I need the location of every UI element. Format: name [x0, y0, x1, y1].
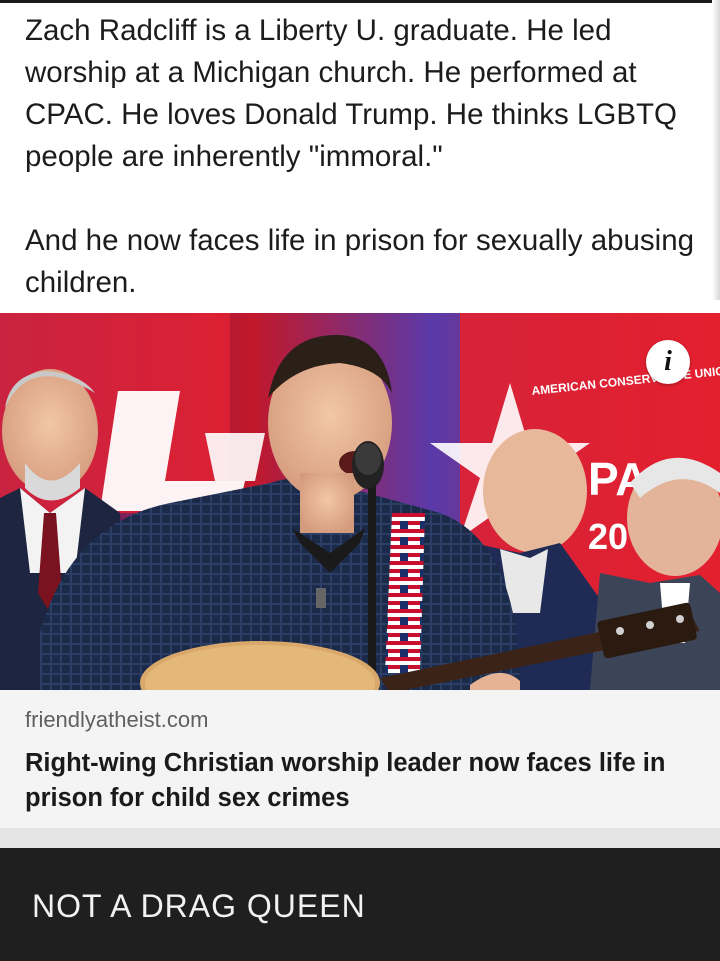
post-paragraph-1: Zach Radcliff is a Liberty U. graduate. … — [25, 14, 677, 173]
stage-photo: AMERICAN CONSERVATIVE UNION PA 20 — [0, 313, 720, 690]
info-icon[interactable]: i — [646, 340, 690, 384]
link-title[interactable]: Right-wing Christian worship leader now … — [25, 746, 705, 816]
caption-text: NOT A DRAG QUEEN — [32, 888, 366, 924]
scroll-edge-shadow — [712, 0, 720, 300]
post-paragraph-2: And he now faces life in prison for sexu… — [25, 224, 695, 299]
meme-page: Zach Radcliff is a Liberty U. graduate. … — [0, 0, 720, 961]
post-text: Zach Radcliff is a Liberty U. graduate. … — [25, 10, 705, 304]
stage-sign-year: 20 — [588, 516, 628, 557]
link-domain: friendlyatheist.com — [25, 707, 209, 732]
top-divider — [0, 0, 720, 3]
card-bottom-divider — [0, 828, 720, 848]
link-preview-image[interactable]: AMERICAN CONSERVATIVE UNION PA 20 — [0, 313, 720, 690]
